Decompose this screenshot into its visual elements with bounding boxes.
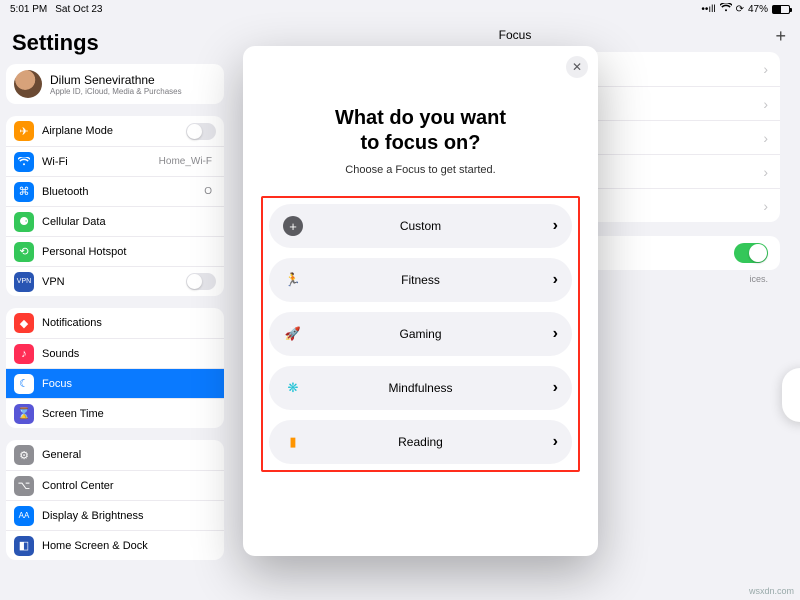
focus-options-highlight: + Custom › 🏃 Fitness › 🚀 Gaming › ❋ Mind…: [261, 196, 580, 472]
chevron-right-icon: ›: [763, 96, 768, 112]
row-label: Airplane Mode: [42, 125, 113, 137]
row-label: Home Screen & Dock: [42, 540, 148, 552]
slide-over-handle[interactable]: [782, 368, 800, 422]
row-focus[interactable]: ☾ Focus: [6, 368, 224, 398]
row-label: Cellular Data: [42, 216, 106, 228]
row-vpn[interactable]: VPN VPN: [6, 266, 224, 296]
row-control-center[interactable]: ⌥ Control Center: [6, 470, 224, 500]
focus-option-fitness[interactable]: 🏃 Fitness ›: [269, 258, 572, 302]
profile-name: Dilum Senevirathne: [50, 73, 182, 87]
row-label: Notifications: [42, 317, 102, 329]
hotspot-icon: ⟲: [14, 242, 34, 262]
row-wifi[interactable]: Wi-Fi Home_Wi-F: [6, 146, 224, 176]
new-focus-modal: ✕ What do you wantto focus on? Choose a …: [243, 46, 598, 556]
row-label: Sounds: [42, 348, 79, 360]
modal-close-button[interactable]: ✕: [566, 56, 588, 78]
row-label: General: [42, 449, 81, 461]
row-hotspot[interactable]: ⟲ Personal Hotspot: [6, 236, 224, 266]
option-label: Reading: [269, 435, 572, 449]
status-bar: 5:01 PM Sat Oct 23 ••ıll ⟳ 47%: [0, 0, 800, 18]
status-date: Sat Oct 23: [55, 4, 102, 15]
display-icon: AA: [14, 506, 34, 526]
row-sounds[interactable]: ♪ Sounds: [6, 338, 224, 368]
settings-group-attention: ◆ Notifications ♪ Sounds ☾ Focus ⌛ Scree…: [6, 308, 224, 428]
settings-title: Settings: [6, 24, 224, 64]
wifi-icon: [720, 3, 732, 15]
vpn-icon: VPN: [14, 272, 34, 292]
focus-option-gaming[interactable]: 🚀 Gaming ›: [269, 312, 572, 356]
general-icon: ⚙: [14, 445, 34, 465]
detail-title: Focus: [499, 28, 532, 42]
row-home-screen[interactable]: ◧ Home Screen & Dock: [6, 530, 224, 560]
bluetooth-icon: ⌘: [14, 182, 34, 202]
battery-icon: [772, 5, 790, 14]
wifi-row-icon: [14, 152, 34, 172]
modal-subtitle: Choose a Focus to get started.: [261, 164, 580, 176]
profile-sub: Apple ID, iCloud, Media & Purchases: [50, 87, 182, 96]
settings-group-device: ⚙ General ⌥ Control Center AA Display & …: [6, 440, 224, 560]
row-notifications[interactable]: ◆ Notifications: [6, 308, 224, 338]
row-airplane-mode[interactable]: ✈ Airplane Mode: [6, 116, 224, 146]
settings-group-connectivity: ✈ Airplane Mode Wi-Fi Home_Wi-F ⌘ Blueto…: [6, 116, 224, 296]
option-label: Fitness: [269, 273, 572, 287]
airplane-icon: ✈: [14, 121, 34, 141]
close-icon: ✕: [572, 60, 582, 74]
screentime-icon: ⌛: [14, 404, 34, 424]
row-label: Bluetooth: [42, 186, 88, 198]
row-cellular[interactable]: ⚈ Cellular Data: [6, 206, 224, 236]
option-label: Gaming: [269, 327, 572, 341]
chevron-right-icon: ›: [763, 61, 768, 77]
notifications-icon: ◆: [14, 313, 34, 333]
add-focus-button[interactable]: +: [775, 26, 786, 47]
row-label: Focus: [42, 378, 72, 390]
row-bluetooth[interactable]: ⌘ Bluetooth O: [6, 176, 224, 206]
row-label: VPN: [42, 276, 65, 288]
option-label: Custom: [269, 219, 572, 233]
watermark: wsxdn.com: [749, 586, 794, 596]
chevron-right-icon: ›: [763, 198, 768, 214]
airplane-toggle[interactable]: [186, 123, 216, 140]
row-screen-time[interactable]: ⌛ Screen Time: [6, 398, 224, 428]
wifi-value: Home_Wi-F: [159, 156, 216, 167]
focus-option-reading[interactable]: ▮ Reading ›: [269, 420, 572, 464]
row-label: Wi-Fi: [42, 156, 68, 168]
row-display-brightness[interactable]: AA Display & Brightness: [6, 500, 224, 530]
row-label: Display & Brightness: [42, 510, 144, 522]
control-center-icon: ⌥: [14, 476, 34, 496]
orientation-lock-icon: ⟳: [736, 4, 744, 15]
share-across-devices-toggle[interactable]: [734, 243, 768, 263]
row-label: Control Center: [42, 480, 114, 492]
bluetooth-value: O: [204, 186, 216, 197]
avatar: [14, 70, 42, 98]
profile-card[interactable]: Dilum Senevirathne Apple ID, iCloud, Med…: [6, 64, 224, 104]
signal-icon: ••ıll: [701, 4, 715, 15]
sounds-icon: ♪: [14, 344, 34, 364]
focus-option-custom[interactable]: + Custom ›: [269, 204, 572, 248]
vpn-toggle[interactable]: [186, 273, 216, 290]
row-label: Screen Time: [42, 408, 104, 420]
chevron-right-icon: ›: [763, 130, 768, 146]
cellular-icon: ⚈: [14, 212, 34, 232]
settings-sidebar: Settings Dilum Senevirathne Apple ID, iC…: [0, 18, 230, 600]
row-general[interactable]: ⚙ General: [6, 440, 224, 470]
row-label: Personal Hotspot: [42, 246, 126, 258]
focus-icon: ☾: [14, 374, 34, 394]
home-icon: ◧: [14, 536, 34, 556]
battery-percent: 47%: [748, 4, 768, 15]
status-time: 5:01 PM: [10, 4, 47, 15]
focus-option-mindfulness[interactable]: ❋ Mindfulness ›: [269, 366, 572, 410]
modal-title: What do you wantto focus on?: [261, 106, 580, 156]
chevron-right-icon: ›: [763, 164, 768, 180]
option-label: Mindfulness: [269, 381, 572, 395]
